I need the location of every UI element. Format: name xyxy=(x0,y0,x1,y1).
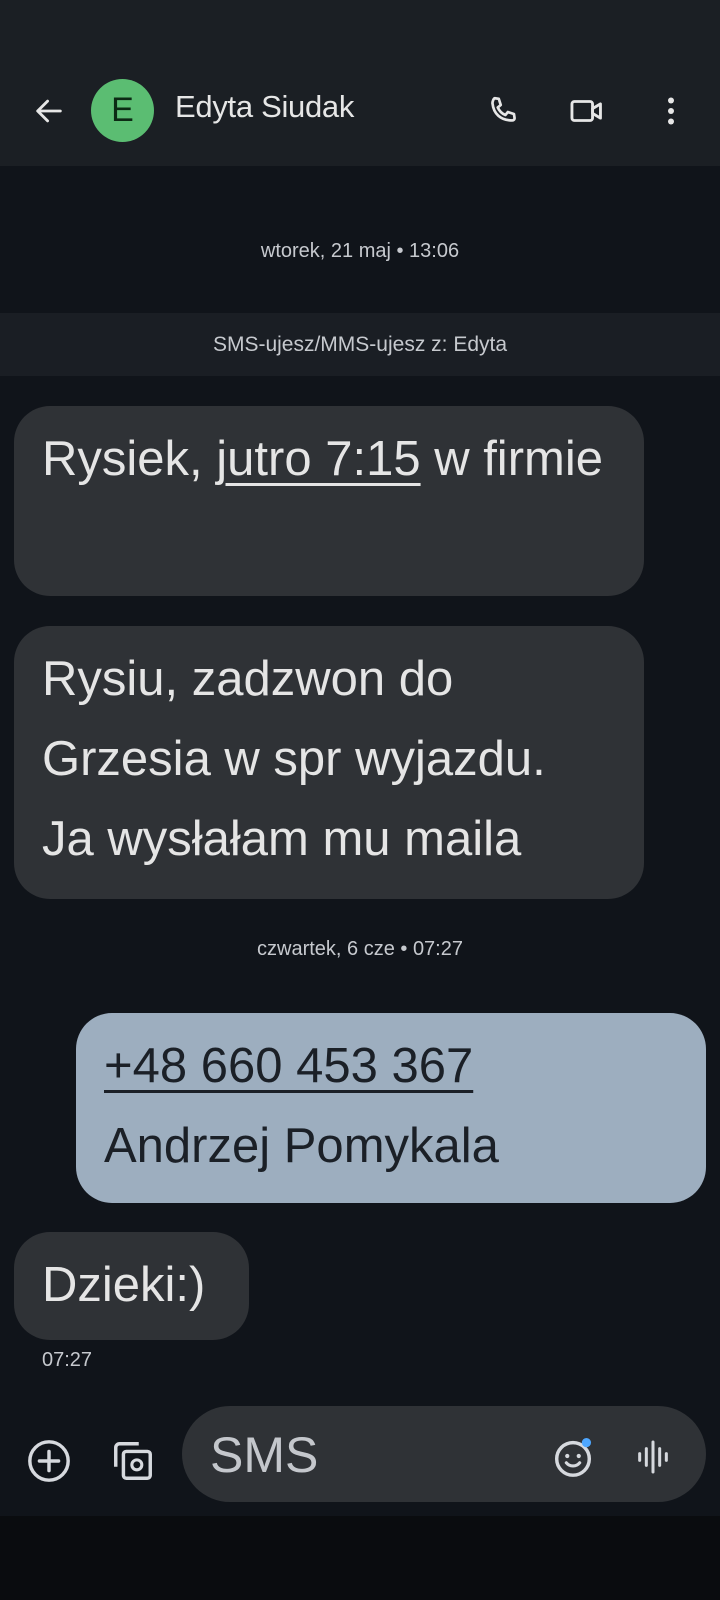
message-text: Rysiek, xyxy=(42,432,217,486)
navigation-bar xyxy=(0,1516,720,1600)
date-separator: czwartek, 6 cze • 07:27 xyxy=(257,938,463,960)
video-call-button[interactable] xyxy=(564,88,610,134)
gallery-button[interactable] xyxy=(108,1436,158,1486)
phone-number-link[interactable]: +48 660 453 367 xyxy=(104,1039,473,1093)
incoming-message[interactable]: Rysiu, zadzwon do Grzesia w spr wyjazdu.… xyxy=(14,626,644,899)
sim-banner-text: SMS-ujesz/MMS-ujesz z: Edyta xyxy=(212,332,508,356)
avatar[interactable]: E xyxy=(91,79,154,142)
gallery-icon xyxy=(114,1442,152,1480)
app-bar: E Edyta Siudak xyxy=(0,56,720,166)
add-circle-icon xyxy=(28,1440,70,1482)
more-vert-icon xyxy=(668,97,674,125)
message-thread[interactable]: wtorek, 21 maj • 13:06 SMS-ujesz/MMS-uje… xyxy=(0,166,720,1406)
message-line: Rysiu, zadzwon do xyxy=(42,652,454,706)
status-bar xyxy=(0,0,720,56)
voice-message-button[interactable] xyxy=(630,1434,676,1480)
emoji-button[interactable] xyxy=(550,1434,596,1480)
date-separator: wtorek, 21 maj • 13:06 xyxy=(260,240,460,262)
voice-waveform-icon xyxy=(638,1440,668,1474)
message-text: Dzieki:) xyxy=(42,1258,206,1312)
message-timestamp: 07:27 xyxy=(42,1349,93,1371)
back-arrow-icon xyxy=(36,99,62,123)
contact-name[interactable]: Edyta Siudak xyxy=(175,89,354,125)
call-button[interactable] xyxy=(480,88,526,134)
composer-bar: SMS xyxy=(0,1406,720,1516)
message-line: Grzesia w spr wyjazdu. xyxy=(42,732,546,786)
message-placeholder: SMS xyxy=(210,1427,319,1483)
back-button[interactable] xyxy=(26,88,72,134)
incoming-message[interactable]: Dzieki:) xyxy=(14,1232,249,1340)
incoming-message[interactable]: Rysiek, jutro 7:15 w firmie xyxy=(14,406,644,596)
message-line: Ja wysłałam mu maila xyxy=(42,812,522,866)
emoji-icon xyxy=(554,1438,592,1477)
outgoing-message[interactable]: +48 660 453 367 Andrzej Pomykala xyxy=(76,1013,706,1203)
video-camera-icon xyxy=(570,100,602,122)
more-options-button[interactable] xyxy=(648,88,694,134)
message-text: w firmie xyxy=(420,432,603,486)
message-line: Andrzej Pomykala xyxy=(104,1119,499,1173)
sim-banner: SMS-ujesz/MMS-ujesz z: Edyta xyxy=(0,313,720,376)
phone-icon xyxy=(491,96,516,122)
message-input[interactable]: SMS xyxy=(182,1406,706,1502)
date-time-link[interactable]: jutro 7:15 xyxy=(216,432,420,486)
add-attachment-button[interactable] xyxy=(24,1436,74,1486)
